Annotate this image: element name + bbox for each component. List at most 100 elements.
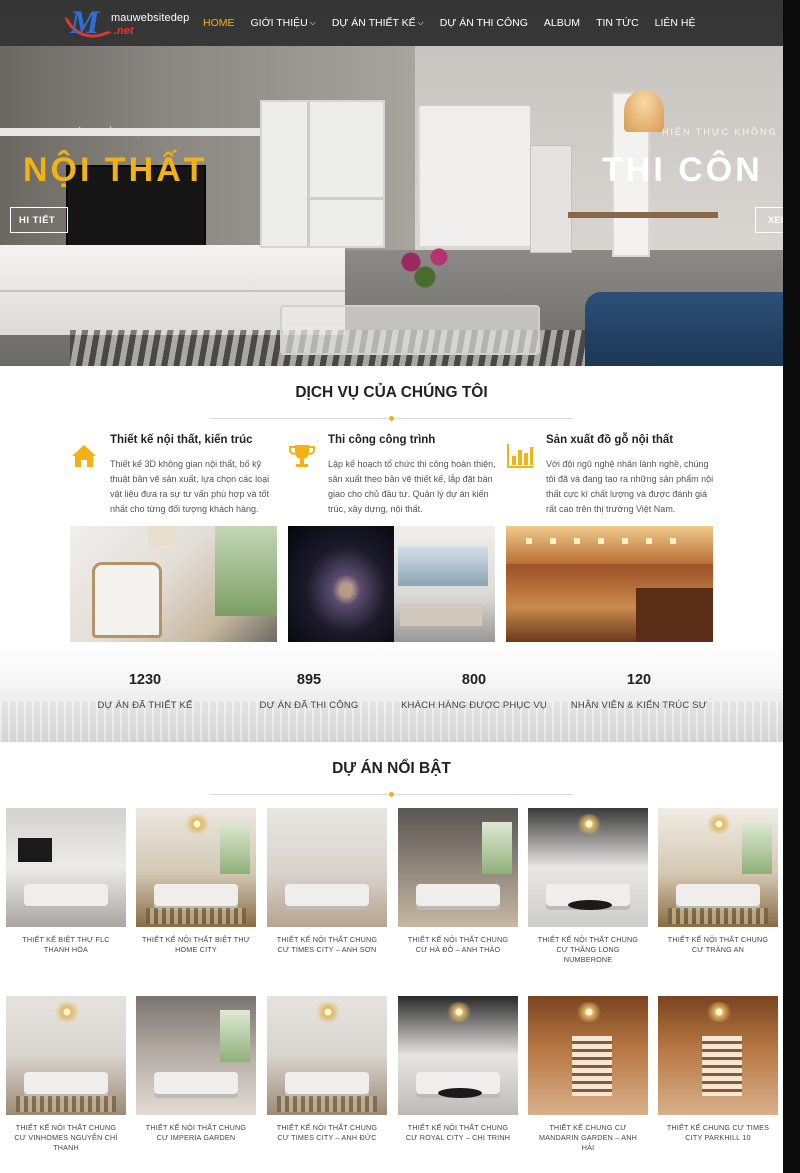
project-thumbnail[interactable] <box>6 808 126 927</box>
project-caption[interactable]: THIẾT KẾ NỘI THẤT CHUNG CƯ TIMES CITY – … <box>267 935 387 955</box>
project-card[interactable]: THIẾT KẾ NỘI THẤT BIỆT THỰ HOME CITY <box>136 808 256 955</box>
hero-pendant-lamp <box>624 90 664 132</box>
counters-section: 1230 DỰ ÁN ĐÃ THIẾT KẾ 895 DỰ ÁN ĐÃ THI … <box>0 642 783 742</box>
nav-item-lien-he[interactable]: LIÊN HỆ <box>655 17 696 29</box>
hero-right-subtitle: HIỆN THỰC KHÔNG <box>662 127 778 137</box>
nav-item-du-an-thi-cong[interactable]: DỰ ÁN THI CÔNG <box>440 17 528 29</box>
chevron-down-icon: ⌵ <box>417 18 424 27</box>
service-desc: Lập kế hoạch tổ chức thi công hoàn thiện… <box>328 459 496 514</box>
nav-item-home[interactable]: HOME <box>203 17 235 29</box>
counter-staff: 120 NHÂN VIÊN & KIẾN TRÚC SƯ <box>554 672 724 711</box>
service-title: Thi công công trình <box>328 434 436 446</box>
logo-suffix: .net <box>114 25 134 37</box>
project-thumbnail[interactable] <box>398 996 518 1115</box>
project-thumbnail[interactable] <box>658 808 778 927</box>
nav-item-label: DỰ ÁN THI CÔNG <box>439 17 528 29</box>
counter-designed: 1230 DỰ ÁN ĐÃ THIẾT KẾ <box>60 672 230 711</box>
hero-slider[interactable]: IAN MƠ ƯỚC CỦA BẠN NỘI THẤT HI TIẾT HIỆN… <box>0 0 783 366</box>
project-card[interactable]: THIẾT KẾ NỘI THẤT CHUNG CƯ HÀ ĐÔ – ANH T… <box>398 808 518 955</box>
nav-item-tin-tuc[interactable]: TIN TỨC <box>596 17 639 29</box>
services-title: DỊCH VỤ CỦA CHÚNG TÔI <box>295 384 488 401</box>
project-card[interactable]: THIẾT KẾ CHUNG CƯ TIMES CITY PARKHILL 10 <box>658 996 778 1143</box>
nav-item-label: TIN TỨC <box>596 17 639 29</box>
trophy-icon <box>289 445 315 467</box>
project-caption[interactable]: THIẾT KẾ BIỆT THỰ FLC THANH HÓA <box>6 935 126 955</box>
bar-chart-icon <box>507 444 533 468</box>
nav-item-album[interactable]: ALBUM <box>544 17 580 29</box>
project-card[interactable]: THIẾT KẾ CHUNG CƯ MANDARIN GARDEN – ANH … <box>528 996 648 1153</box>
counter-value: 800 <box>461 672 487 688</box>
project-caption[interactable]: THIẾT KẾ NỘI THẤT CHUNG CƯ IMPERIA GARDE… <box>136 1123 256 1143</box>
project-card[interactable]: THIẾT KẾ BIỆT THỰ FLC THANH HÓA <box>6 808 126 955</box>
site-logo[interactable]: M mauwebsitedep .net <box>64 4 190 46</box>
hero-left-title: NỘI THẤT <box>23 151 208 189</box>
hero-left-detail-button[interactable]: HI TIẾT <box>10 207 68 233</box>
hero-kitchen <box>418 106 530 246</box>
main-nav: HOME GIỚI THIỆU ⌵ DỰ ÁN THIẾT KẾ ⌵ DỰ ÁN T… <box>203 0 712 46</box>
project-card[interactable]: THIẾT KẾ NỘI THẤT CHUNG CƯ ROYAL CITY – … <box>398 996 518 1143</box>
counter-customers: 800 KHÁCH HÀNG ĐƯỢC PHỤC VỤ <box>389 672 559 711</box>
project-thumbnail[interactable] <box>136 996 256 1115</box>
counter-label: NHÂN VIÊN & KIẾN TRÚC SƯ <box>570 700 708 711</box>
project-card[interactable]: THIẾT KẾ NỘI THẤT CHUNG CƯ THĂNG LONG NU… <box>528 808 648 965</box>
nav-item-du-an-thiet-ke[interactable]: DỰ ÁN THIẾT KẾ ⌵ <box>332 17 424 29</box>
project-caption[interactable]: THIẾT KẾ NỘI THẤT CHUNG CƯ VINHOMES NGUY… <box>6 1123 126 1153</box>
project-caption[interactable]: THIẾT KẾ CHUNG CƯ MANDARIN GARDEN – ANH … <box>528 1123 648 1153</box>
services-divider-dot <box>389 416 394 421</box>
project-caption[interactable]: THIẾT KẾ NỘI THẤT CHUNG CƯ TIMES CITY – … <box>267 1123 387 1143</box>
project-thumbnail[interactable] <box>136 808 256 927</box>
hero-coffee-table <box>280 305 540 355</box>
project-card[interactable]: THIẾT KẾ NỘI THẤT CHUNG CƯ TRÀNG AN <box>658 808 778 955</box>
project-caption[interactable]: THIẾT KẾ NỘI THẤT BIỆT THỰ HOME CITY <box>136 935 256 955</box>
hero-fridge <box>530 145 572 253</box>
project-card[interactable]: THIẾT KẾ NỘI THẤT CHUNG CƯ TIMES CITY – … <box>267 996 387 1143</box>
project-thumbnail[interactable] <box>267 996 387 1115</box>
project-caption[interactable]: THIẾT KẾ NỘI THẤT CHUNG CƯ ROYAL CITY – … <box>398 1123 518 1143</box>
project-caption[interactable]: THIẾT KẾ NỘI THẤT CHUNG CƯ HÀ ĐÔ – ANH T… <box>398 935 518 955</box>
projects-title: DỰ ÁN NỔI BẬT <box>332 760 451 777</box>
nav-item-gioi-thieu[interactable]: GIỚI THIỆU ⌵ <box>251 17 316 29</box>
home-icon <box>72 445 96 467</box>
counter-label: KHÁCH HÀNG ĐƯỢC PHỤC VỤ <box>401 700 547 711</box>
counter-value: 1230 <box>128 672 162 688</box>
project-caption[interactable]: THIẾT KẾ CHUNG CƯ TIMES CITY PARKHILL 10 <box>658 1123 778 1143</box>
service-image-furniture[interactable] <box>506 526 713 642</box>
hero-cabinet-line <box>0 290 345 292</box>
nav-item-label: HOME <box>203 17 235 29</box>
project-caption[interactable]: THIẾT KẾ NỘI THẤT CHUNG CƯ TRÀNG AN <box>658 935 778 955</box>
service-desc: Với đội ngũ nghệ nhân lành nghề, chúng t… <box>546 459 714 514</box>
project-card[interactable]: THIẾT KẾ NỘI THẤT CHUNG CƯ IMPERIA GARDE… <box>136 996 256 1143</box>
project-thumbnail[interactable] <box>658 996 778 1115</box>
page: IAN MƠ ƯỚC CỦA BẠN NỘI THẤT HI TIẾT HIỆN… <box>0 0 783 1173</box>
service-title: Sản xuất đồ gỗ nội thất <box>546 434 674 446</box>
logo-text: mauwebsitedep <box>111 12 190 24</box>
project-thumbnail[interactable] <box>528 808 648 927</box>
hero-right-detail-button[interactable]: XEI <box>755 207 783 233</box>
service-image-construction[interactable] <box>288 526 495 642</box>
counter-label: DỰ ÁN ĐÃ THI CÔNG <box>259 700 359 711</box>
service-image-design[interactable] <box>70 526 277 642</box>
counter-value: 120 <box>626 672 652 688</box>
project-thumbnail[interactable] <box>267 808 387 927</box>
project-thumbnail[interactable] <box>6 996 126 1115</box>
counter-label: DỰ ÁN ĐÃ THIẾT KẾ <box>97 700 193 711</box>
site-header: M mauwebsitedep .net HOME GIỚI THIỆU ⌵ DỰ… <box>0 0 783 46</box>
project-caption[interactable]: THIẾT KẾ NỘI THẤT CHUNG CƯ THĂNG LONG NU… <box>528 935 648 965</box>
project-thumbnail[interactable] <box>398 808 518 927</box>
service-desc: Thiết kế 3D không gian nội thất, bố kỹ t… <box>110 459 270 514</box>
nav-item-label: ALBUM <box>543 17 581 29</box>
hero-left-subtitle: IAN MƠ ƯỚC CỦA BẠN <box>17 127 153 137</box>
projects-divider-dot <box>389 792 394 797</box>
hero-sofa <box>585 292 783 366</box>
project-thumbnail[interactable] <box>528 996 648 1115</box>
project-card[interactable]: THIẾT KẾ NỘI THẤT CHUNG CƯ TIMES CITY – … <box>267 808 387 955</box>
logo-mark: M <box>70 5 100 41</box>
hero-dining-table <box>568 212 718 218</box>
hero-flowers <box>390 242 460 292</box>
nav-item-label: DỰ ÁN THIẾT KẾ <box>331 17 416 29</box>
counter-value: 895 <box>296 672 322 688</box>
hero-right-title: THI CÔN <box>602 151 763 189</box>
chevron-down-icon: ⌵ <box>309 18 316 27</box>
nav-item-label: LIÊN HỆ <box>654 17 696 29</box>
project-card[interactable]: THIẾT KẾ NỘI THẤT CHUNG CƯ VINHOMES NGUY… <box>6 996 126 1153</box>
